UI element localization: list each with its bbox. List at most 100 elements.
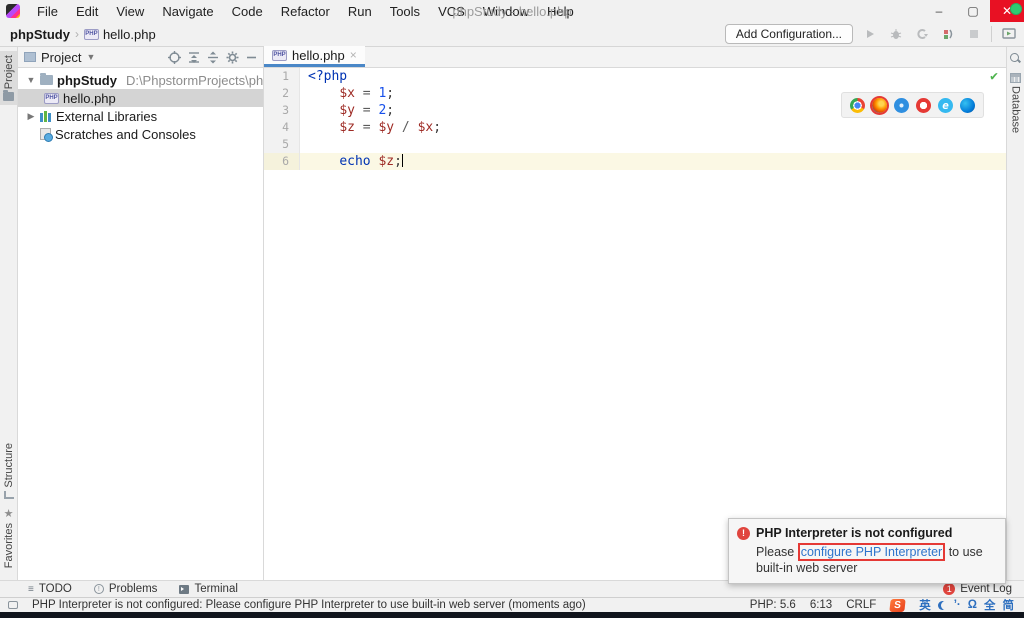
phpstorm-logo-icon — [6, 4, 20, 18]
sogou-input-icon[interactable]: S — [890, 599, 906, 612]
close-button[interactable]: ✕ — [990, 0, 1024, 22]
menu-item-code[interactable]: Code — [223, 0, 272, 22]
ime-glyph[interactable]: ’· — [954, 599, 961, 611]
terminal-button[interactable]: Terminal — [179, 583, 237, 595]
search-icon — [1010, 53, 1022, 65]
recorder-overlay-icon — [1010, 3, 1022, 15]
opera-browser-icon[interactable] — [916, 98, 931, 113]
line-number: 5 — [264, 136, 300, 153]
stripe-database-label: Database — [1010, 86, 1022, 133]
debug-icon[interactable] — [887, 25, 905, 43]
code-line-5[interactable]: 5 — [264, 136, 1006, 153]
code-line-4[interactable]: 4 $z = $y / $x; — [264, 119, 1006, 136]
add-configuration-button[interactable]: Add Configuration... — [725, 24, 853, 44]
php-file-icon: PHP — [84, 29, 99, 40]
chrome-browser-icon[interactable] — [850, 98, 865, 113]
stripe-project-label: Project — [3, 55, 15, 89]
edge-browser-icon[interactable] — [960, 98, 975, 113]
gear-icon[interactable] — [226, 51, 239, 64]
menu-item-tools[interactable]: Tools — [381, 0, 429, 22]
menu-item-run[interactable]: Run — [339, 0, 381, 22]
status-widgets: PHP: 5.6 6:13 CRLF S 英 ’· Ω全简 — [750, 597, 1014, 613]
menu-item-navigate[interactable]: Navigate — [153, 0, 222, 22]
breadcrumb-file[interactable]: PHP hello.php — [84, 27, 156, 42]
hide-panel-icon[interactable] — [246, 52, 257, 63]
tree-row-scratches[interactable]: Scratches and Consoles — [18, 125, 263, 143]
right-tool-stripe: Database — [1006, 47, 1024, 580]
tree-row-external-libraries[interactable]: ▶ External Libraries — [18, 107, 263, 125]
collapse-all-icon[interactable] — [207, 51, 219, 64]
event-log-button[interactable]: 1 Event Log — [943, 583, 1012, 595]
window-controls: – ▢ ✕ — [922, 0, 1024, 22]
locate-icon[interactable] — [168, 51, 181, 64]
ime-glyph[interactable]: 全 — [984, 597, 996, 613]
line-number: 2 — [264, 85, 300, 102]
preview-icon[interactable] — [1000, 25, 1018, 43]
code-text: <?php — [300, 68, 347, 85]
chevron-down-icon[interactable]: ▼ — [86, 52, 95, 62]
tool-window-toggle-icon[interactable] — [8, 601, 18, 609]
notification-title: PHP Interpreter is not configured — [756, 526, 952, 540]
status-message[interactable]: PHP Interpreter is not configured: Pleas… — [32, 599, 586, 611]
todo-list-icon: ≡ — [28, 584, 34, 595]
problems-button[interactable]: ! Problems — [94, 583, 158, 595]
event-count-badge: 1 — [943, 583, 955, 595]
toolbar-separator — [991, 26, 992, 42]
code-line-6[interactable]: 6 echo $z; — [264, 153, 1006, 170]
scratches-label: Scratches and Consoles — [55, 127, 196, 142]
tab-hello-php[interactable]: PHP hello.php × — [264, 46, 365, 67]
ime-toolbar: 英 ’· Ω全简 — [919, 597, 1014, 613]
stripe-button-project[interactable]: Project — [0, 51, 17, 105]
code-lines: 1<?php2 $x = 1;3 $y = 2;4 $z = $y / $x;5… — [264, 68, 1006, 170]
editor-tab-bar: PHP hello.php × — [264, 47, 1006, 68]
stripe-button-favorites[interactable]: ★ Favorites — [0, 503, 17, 572]
menu-item-refactor[interactable]: Refactor — [272, 0, 339, 22]
configure-php-interpreter-link[interactable]: configure PHP Interpreter — [801, 545, 943, 559]
ime-glyph[interactable]: Ω — [968, 599, 977, 611]
stop-icon[interactable] — [965, 25, 983, 43]
breadcrumb-project[interactable]: phpStudy — [10, 27, 70, 42]
menu-item-edit[interactable]: Edit — [67, 0, 107, 22]
code-line-1[interactable]: 1<?php — [264, 68, 1006, 85]
menu-item-help[interactable]: Help — [538, 0, 583, 22]
stripe-button-structure[interactable]: Structure — [0, 439, 17, 503]
line-separator-widget[interactable]: CRLF — [846, 599, 876, 611]
tree-row-hello-php[interactable]: PHP hello.php — [18, 89, 263, 107]
inspection-ok-icon[interactable]: ✔ — [990, 69, 998, 84]
expand-all-icon[interactable] — [188, 51, 200, 64]
tree-row-root[interactable]: ▼ phpStudy D:\PhpstormProjects\phpStudy — [18, 71, 263, 89]
maximize-button[interactable]: ▢ — [956, 0, 990, 22]
stripe-button-database[interactable]: Database — [1007, 69, 1024, 137]
code-text: $x = 1; — [300, 85, 394, 102]
menu-item-view[interactable]: View — [107, 0, 153, 22]
ime-moon-icon[interactable] — [938, 601, 947, 610]
safari-browser-icon[interactable] — [894, 98, 909, 113]
stripe-favorites-label: Favorites — [3, 523, 15, 568]
editor-area: PHP hello.php × 1<?php2 $x = 1;3 $y = 2;… — [264, 47, 1006, 580]
run-icon[interactable] — [861, 25, 879, 43]
coverage-icon[interactable] — [913, 25, 931, 43]
php-version-widget[interactable]: PHP: 5.6 — [750, 599, 796, 611]
project-panel-title[interactable]: Project — [41, 50, 81, 65]
line-number: 4 — [264, 119, 300, 136]
menu-bar: FileEditViewNavigateCodeRefactorRunTools… — [28, 0, 583, 22]
menu-item-vcs[interactable]: VCS — [429, 0, 474, 22]
code-editor[interactable]: 1<?php2 $x = 1;3 $y = 2;4 $z = $y / $x;5… — [264, 68, 1006, 580]
menu-item-window[interactable]: Window — [474, 0, 538, 22]
search-everywhere-button[interactable] — [1007, 49, 1024, 69]
chevron-down-icon[interactable]: ▼ — [26, 75, 36, 85]
menu-item-file[interactable]: File — [28, 0, 67, 22]
caret-position-widget[interactable]: 6:13 — [810, 599, 832, 611]
breadcrumb-file-label: hello.php — [103, 27, 156, 42]
code-text — [300, 136, 308, 153]
ime-glyph[interactable]: 简 — [1003, 597, 1015, 613]
ie-browser-icon[interactable]: e — [938, 98, 953, 113]
profiler-icon[interactable] — [939, 25, 957, 43]
minimize-button[interactable]: – — [922, 0, 956, 22]
firefox-browser-icon[interactable] — [872, 98, 887, 113]
ime-glyph[interactable]: 英 — [919, 597, 931, 613]
chevron-right-icon[interactable]: ▶ — [26, 111, 36, 122]
close-tab-icon[interactable]: × — [350, 48, 357, 62]
terminal-label: Terminal — [194, 583, 237, 595]
todo-button[interactable]: ≡ TODO — [28, 583, 72, 595]
